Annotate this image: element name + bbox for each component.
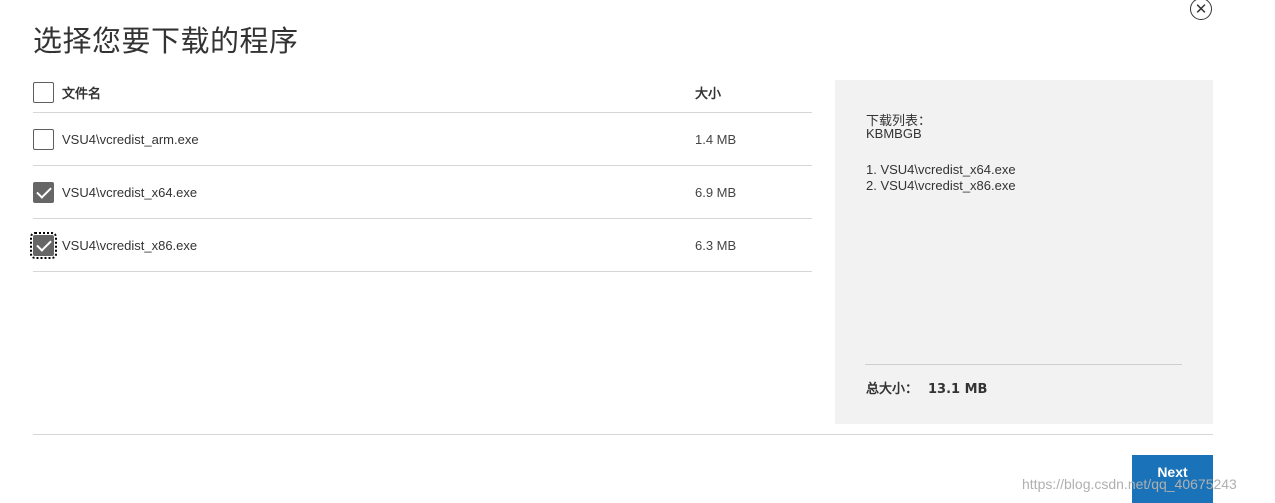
total-size-label: 总大小： bbox=[866, 382, 919, 397]
download-list-item: 1. VSU4\vcredist_x64.exe bbox=[866, 162, 1016, 177]
table-row: VSU4\vcredist_x86.exe 6.3 MB bbox=[30, 219, 812, 272]
watermark: https://blog.csdn.net/qq_40675243 bbox=[1022, 476, 1237, 492]
download-list: 1. VSU4\vcredist_x64.exe 2. VSU4\vcredis… bbox=[866, 162, 1016, 194]
download-list-panel: 下载列表： KBMBGB 1. VSU4\vcredist_x64.exe 2.… bbox=[835, 80, 1213, 424]
table-header: 文件名 大小 bbox=[33, 72, 812, 113]
file-checkbox[interactable] bbox=[30, 231, 57, 259]
footer-divider bbox=[33, 434, 1213, 435]
column-header-name: 文件名 bbox=[62, 86, 102, 102]
panel-divider bbox=[865, 364, 1182, 365]
file-size: 1.4 MB bbox=[695, 131, 737, 147]
file-checkbox[interactable] bbox=[33, 181, 54, 203]
file-name: VSU4\vcredist_arm.exe bbox=[62, 131, 199, 147]
column-header-size: 大小 bbox=[695, 86, 722, 102]
dialog-title: 选择您要下载的程序 bbox=[33, 24, 299, 58]
file-name: VSU4\vcredist_x86.exe bbox=[62, 237, 198, 253]
file-table: 文件名 大小 VSU4\vcredist_arm.exe 1.4 MB VSU4… bbox=[30, 72, 812, 272]
table-row: VSU4\vcredist_x64.exe 6.9 MB bbox=[33, 166, 812, 219]
file-size: 6.9 MB bbox=[695, 184, 737, 200]
download-list-item: 2. VSU4\vcredist_x86.exe bbox=[866, 178, 1016, 193]
file-checkbox[interactable] bbox=[33, 128, 54, 150]
file-size: 6.3 MB bbox=[695, 237, 737, 253]
file-name: VSU4\vcredist_x64.exe bbox=[62, 184, 198, 200]
total-size: 总大小： 13.1 MB bbox=[866, 378, 987, 397]
download-package-name: KBMBGB bbox=[866, 126, 922, 141]
total-size-value: 13.1 MB bbox=[928, 382, 988, 397]
close-icon[interactable]: ✕ bbox=[1190, 0, 1212, 20]
select-all-checkbox[interactable] bbox=[33, 81, 54, 103]
table-row: VSU4\vcredist_arm.exe 1.4 MB bbox=[33, 113, 812, 166]
